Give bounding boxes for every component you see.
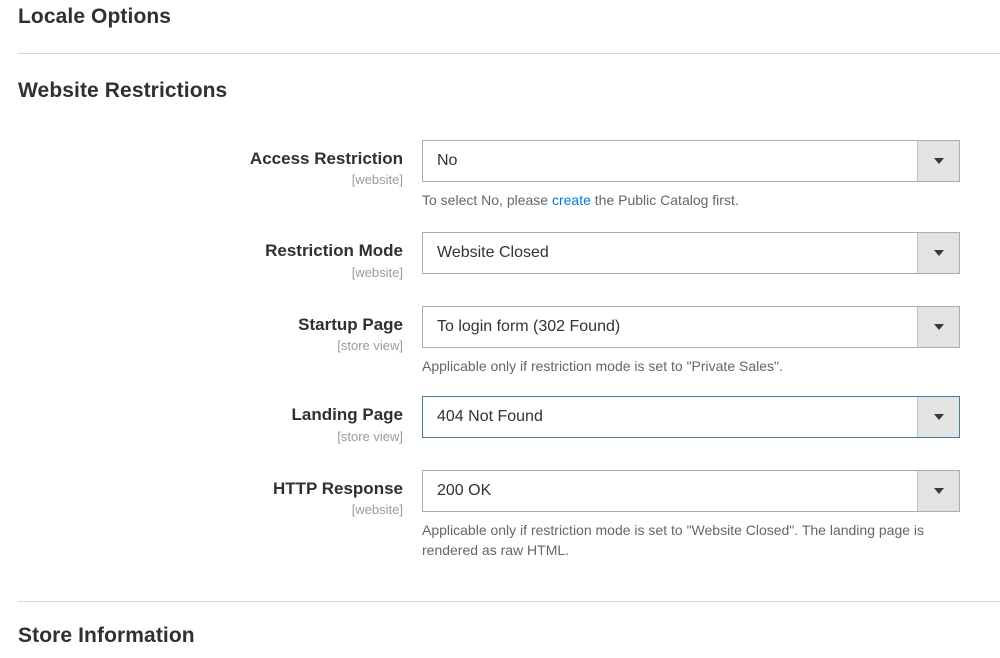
field-label-restriction-mode: Restriction Mode xyxy=(265,241,403,261)
section-heading-store-information: Store Information xyxy=(18,624,195,647)
select-value-landing-page: 404 Not Found xyxy=(437,409,543,426)
create-public-catalog-link[interactable]: create xyxy=(552,192,591,208)
field-label-access-restriction: Access Restriction xyxy=(249,149,403,168)
field-label-group-restriction-mode: Restriction Mode [website] xyxy=(0,232,422,282)
select-landing-page[interactable]: 404 Not Found xyxy=(422,396,960,439)
field-scope-access-restriction: [website] xyxy=(351,172,403,188)
field-label-group-startup-page: Startup Page [store view] xyxy=(0,306,422,356)
select-startup-page[interactable]: To login form (302 Found) xyxy=(422,306,960,349)
field-scope-startup-page: [store view] xyxy=(337,338,403,354)
chevron-down-icon[interactable] xyxy=(917,141,959,181)
field-label-landing-page: Landing Page xyxy=(291,405,403,425)
chevron-down-glyph xyxy=(933,414,944,421)
field-hint-access-restriction: To select No, please create the Public C… xyxy=(422,190,952,210)
field-label-group-landing-page: Landing Page [store view] xyxy=(0,396,422,446)
select-value-restriction-mode: Website Closed xyxy=(437,245,549,262)
field-row-access-restriction: Access Restriction [website] No To selec… xyxy=(0,140,1000,210)
field-scope-http-response: [website] xyxy=(351,502,403,518)
field-label-group-http-response: HTTP Response [website] xyxy=(0,470,422,520)
section-heading-locale-options: Locale Options xyxy=(18,5,172,28)
select-value-startup-page: To login form (302 Found) xyxy=(437,319,621,336)
chevron-down-icon[interactable] xyxy=(917,397,959,438)
select-http-response[interactable]: 200 OK xyxy=(422,470,960,513)
select-access-restriction[interactable]: No xyxy=(422,140,960,182)
field-hint-http-response: Applicable only if restriction mode is s… xyxy=(422,522,925,559)
chevron-down-icon[interactable] xyxy=(917,233,959,274)
field-control-landing-page: 404 Not Found xyxy=(422,396,1000,439)
field-label-group-access-restriction: Access Restriction [website] xyxy=(0,140,422,190)
field-hint-startup-page: Applicable only if restriction mode is s… xyxy=(422,358,783,375)
field-hint-text-before: To select No, please xyxy=(422,192,552,208)
select-value-http-response: 200 OK xyxy=(437,483,492,500)
section-divider-bottom xyxy=(18,601,1000,602)
section-heading-website-restrictions: Website Restrictions xyxy=(18,79,228,102)
field-control-startup-page: To login form (302 Found) Applicable onl… xyxy=(422,306,1000,376)
field-scope-restriction-mode: [website] xyxy=(351,264,403,280)
field-hint-text-after: the Public Catalog first. xyxy=(590,192,739,208)
chevron-down-glyph xyxy=(933,488,944,495)
field-control-access-restriction: No To select No, please create the Publi… xyxy=(422,140,1000,210)
settings-page: Locale Options Website Restrictions Acce… xyxy=(0,0,1000,658)
chevron-down-icon[interactable] xyxy=(917,307,959,348)
select-value-access-restriction: No xyxy=(437,153,458,169)
field-label-http-response: HTTP Response xyxy=(272,479,403,499)
section-divider-top xyxy=(18,53,1000,54)
chevron-down-glyph xyxy=(933,158,944,164)
field-row-http-response: HTTP Response [website] 200 OK Applicabl… xyxy=(0,470,1000,561)
field-row-startup-page: Startup Page [store view] To login form … xyxy=(0,306,1000,376)
chevron-down-icon[interactable] xyxy=(917,471,959,512)
chevron-down-glyph xyxy=(933,250,944,257)
field-scope-landing-page: [store view] xyxy=(337,428,403,444)
chevron-down-glyph xyxy=(933,324,944,331)
field-control-http-response: 200 OK Applicable only if restriction mo… xyxy=(422,470,1000,561)
field-row-restriction-mode: Restriction Mode [website] Website Close… xyxy=(0,232,1000,282)
field-label-startup-page: Startup Page xyxy=(298,315,403,335)
field-row-landing-page: Landing Page [store view] 404 Not Found xyxy=(0,396,1000,446)
select-restriction-mode[interactable]: Website Closed xyxy=(422,232,960,275)
website-restrictions-form: Access Restriction [website] No To selec… xyxy=(0,140,1000,561)
field-control-restriction-mode: Website Closed xyxy=(422,232,1000,275)
